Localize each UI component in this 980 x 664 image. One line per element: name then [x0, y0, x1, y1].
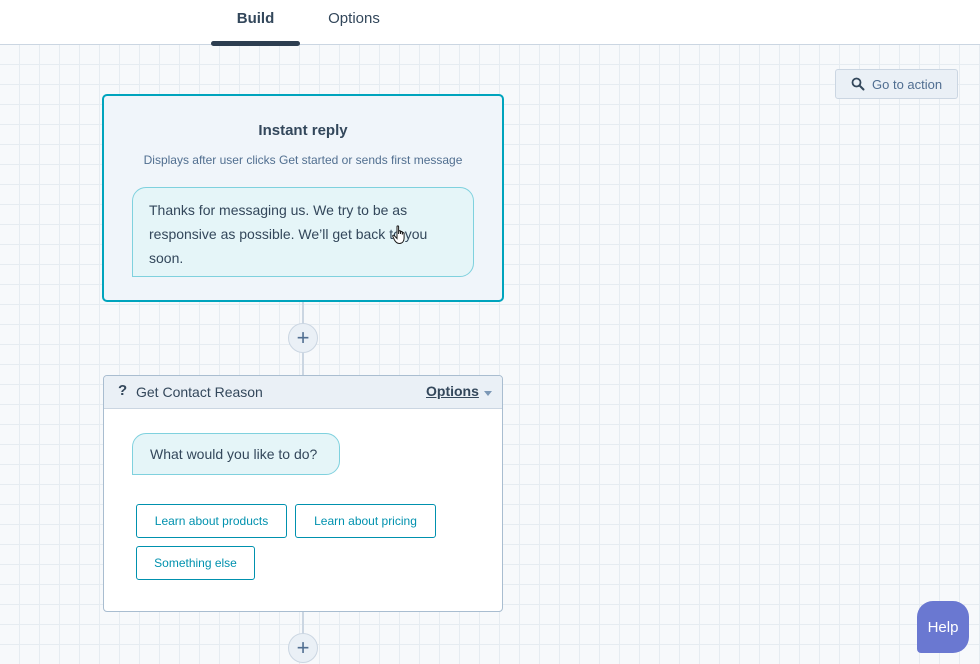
options-dropdown[interactable]: Options — [426, 383, 479, 399]
instant-reply-message: Thanks for messaging us. We try to be as… — [132, 187, 474, 277]
search-icon — [851, 77, 865, 91]
add-step-button[interactable]: + — [288, 323, 318, 353]
go-to-action-button[interactable]: Go to action — [835, 69, 958, 99]
contact-reason-card[interactable]: ? Get Contact Reason Options What would … — [103, 375, 503, 612]
question-icon: ? — [118, 382, 128, 399]
instant-reply-subtitle: Displays after user clicks Get started o… — [143, 153, 463, 167]
help-button[interactable]: Help — [917, 601, 969, 653]
connector-line — [302, 612, 304, 634]
contact-reason-title: Get Contact Reason — [136, 384, 263, 400]
hand-cursor-icon — [392, 225, 408, 245]
choice-learn-about-products[interactable]: Learn about products — [136, 504, 287, 538]
top-nav: Build Options — [0, 0, 980, 46]
tab-options[interactable]: Options — [316, 0, 392, 44]
choice-something-else[interactable]: Something else — [136, 546, 255, 580]
plus-icon: + — [296, 325, 310, 350]
contact-reason-header: ? Get Contact Reason Options — [104, 376, 502, 409]
connector-line — [302, 302, 304, 324]
tab-build[interactable]: Build — [211, 0, 300, 44]
question-bubble: What would you like to do? — [132, 433, 340, 475]
connector-line — [302, 353, 304, 375]
caret-down-icon[interactable] — [484, 391, 492, 396]
go-to-action-label: Go to action — [872, 76, 943, 92]
choice-learn-about-pricing[interactable]: Learn about pricing — [295, 504, 436, 538]
help-label: Help — [927, 618, 959, 636]
add-step-button[interactable]: + — [288, 633, 318, 663]
instant-reply-card[interactable]: Instant reply Displays after user clicks… — [102, 94, 504, 302]
active-tab-indicator — [211, 41, 300, 46]
instant-reply-title: Instant reply — [258, 122, 348, 139]
plus-icon: + — [296, 635, 310, 660]
